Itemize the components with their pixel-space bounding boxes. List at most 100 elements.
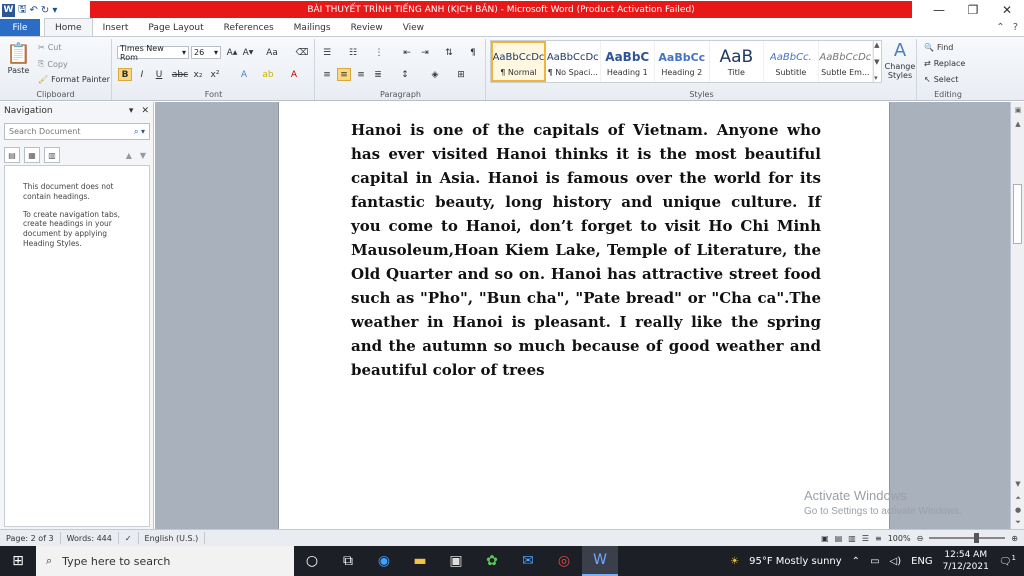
full-screen-icon[interactable]: ▤ <box>835 534 843 543</box>
file-explorer-icon[interactable]: ▬ <box>402 546 438 576</box>
zoom-slider-knob[interactable] <box>974 533 980 543</box>
nav-menu-icon[interactable]: ▾ <box>129 106 134 116</box>
vertical-scrollbar[interactable]: ▣ ▲ ▼ ⏶ ● ⏷ <box>1010 102 1024 529</box>
style-subtle-emphasis[interactable]: AaBbCcDc Subtle Em... <box>819 41 874 82</box>
justify-icon[interactable]: ≣ <box>371 68 385 81</box>
tab-insert[interactable]: Insert <box>93 19 139 36</box>
strikethrough-icon[interactable]: abc <box>172 68 188 81</box>
redo-icon[interactable]: ↻ <box>41 5 49 16</box>
search-document-input[interactable]: Search Document ⌕ ▾ <box>4 123 150 140</box>
input-language[interactable]: ENG <box>911 556 933 567</box>
style-heading-2[interactable]: AaBbCc Heading 2 <box>655 41 710 82</box>
grow-font-icon[interactable]: A ▲ <box>225 46 239 59</box>
mail-icon[interactable]: ✉ <box>510 546 546 576</box>
format-painter-button[interactable]: 🖌 Format Painter <box>38 75 110 84</box>
text-effects-icon[interactable]: A <box>237 68 251 81</box>
search-icon[interactable]: ⌕ ▾ <box>134 127 145 137</box>
save-icon[interactable]: 🖫 <box>18 2 27 19</box>
tab-mailings[interactable]: Mailings <box>284 19 341 36</box>
copy-button[interactable]: ⎘ Copy <box>38 59 68 69</box>
nav-results-tab[interactable]: ▥ <box>44 147 60 163</box>
nav-pages-tab[interactable]: ▦ <box>24 147 40 163</box>
minimize-ribbon-icon[interactable]: ⌃ <box>996 22 1004 33</box>
underline-icon[interactable]: U <box>152 68 166 81</box>
replace-button[interactable]: ⇄ Replace <box>924 59 965 68</box>
style-normal[interactable]: AaBbCcDc ¶ Normal <box>491 41 546 82</box>
nav-next-icon[interactable]: ▼ <box>140 151 146 160</box>
tab-references[interactable]: References <box>214 19 284 36</box>
weather-icon[interactable]: ☀ <box>730 556 739 567</box>
subscript-icon[interactable]: x₂ <box>191 68 205 81</box>
align-left-icon[interactable]: ≡ <box>320 68 334 81</box>
superscript-icon[interactable]: x² <box>208 68 222 81</box>
maximize-button[interactable]: ❐ <box>956 0 990 20</box>
windows-start-icon[interactable]: ⊞ <box>0 546 36 576</box>
word-taskbar-icon[interactable]: W <box>582 546 618 576</box>
scroll-down-arrow[interactable]: ▼ <box>1011 478 1024 490</box>
volume-icon[interactable]: ◁) <box>890 556 902 567</box>
zoom-slider[interactable] <box>929 533 1006 543</box>
nav-prev-icon[interactable]: ▲ <box>126 151 132 160</box>
tab-page-layout[interactable]: Page Layout <box>138 19 213 36</box>
store-icon[interactable]: ▣ <box>438 546 474 576</box>
shading-icon[interactable]: ◈ <box>428 68 442 81</box>
borders-icon[interactable]: ⊞ <box>454 68 468 81</box>
cortana-icon[interactable]: ○ <box>294 546 330 576</box>
scroll-up-arrow[interactable]: ▲ <box>1011 118 1024 130</box>
next-page-icon[interactable]: ⏷ <box>1011 516 1024 528</box>
tab-review[interactable]: Review <box>341 19 393 36</box>
zoom-in-icon[interactable]: ⊕ <box>1011 534 1018 543</box>
close-button[interactable]: ✕ <box>990 0 1024 20</box>
tab-view[interactable]: View <box>393 19 434 36</box>
network-icon[interactable]: ▭ <box>870 556 879 567</box>
bullets-icon[interactable]: ☰ <box>320 46 334 59</box>
increase-indent-icon[interactable]: ⇥ <box>418 46 432 59</box>
align-center-icon[interactable]: ≡ <box>337 68 351 81</box>
task-view-icon[interactable]: ⧉ <box>330 546 366 576</box>
paste-button[interactable]: 📋 Paste <box>6 41 31 75</box>
select-button[interactable]: ↖ Select <box>924 75 958 84</box>
tray-chevron-icon[interactable]: ⌃ <box>852 556 860 567</box>
print-layout-icon[interactable]: ▣ <box>821 534 829 543</box>
paint-icon[interactable]: ✿ <box>474 546 510 576</box>
zoom-level[interactable]: 100% <box>888 534 911 543</box>
italic-icon[interactable]: I <box>135 68 149 81</box>
font-name-combo[interactable]: Times New Rom ▾ <box>117 44 189 62</box>
web-layout-icon[interactable]: ▥ <box>848 534 856 543</box>
align-right-icon[interactable]: ≡ <box>354 68 368 81</box>
minimize-button[interactable]: — <box>922 0 956 20</box>
find-button[interactable]: 🔍 Find <box>924 43 953 52</box>
nav-close-icon[interactable]: ✕ <box>141 106 149 116</box>
ruler-toggle-icon[interactable]: ▣ <box>1011 104 1024 116</box>
numbering-icon[interactable]: ☷ <box>346 46 360 59</box>
shrink-font-icon[interactable]: A ▼ <box>241 46 255 59</box>
multilevel-list-icon[interactable]: ⋮ <box>372 46 386 59</box>
browse-object-icon[interactable]: ● <box>1011 504 1024 516</box>
undo-icon[interactable]: ↶ <box>30 5 38 16</box>
tab-home[interactable]: Home <box>44 18 93 36</box>
draft-icon[interactable]: ≡ <box>875 534 882 543</box>
customize-qat-icon[interactable]: ▾ <box>52 5 57 16</box>
pilcrow-icon[interactable]: ¶ <box>466 46 480 59</box>
change-case-icon[interactable]: Aa <box>265 46 279 59</box>
word-count[interactable]: Words: 444 <box>61 532 119 544</box>
tab-file[interactable]: File <box>0 19 40 36</box>
style-heading-1[interactable]: AaBbC Heading 1 <box>601 41 656 82</box>
notifications-icon[interactable]: 🗨1 <box>999 554 1016 567</box>
line-spacing-icon[interactable]: ↕ <box>398 68 412 81</box>
weather-text[interactable]: 95°F Mostly sunny <box>749 556 842 567</box>
help-icon[interactable]: ? <box>1013 22 1018 33</box>
word-logo-icon[interactable]: W <box>2 3 15 17</box>
bold-icon[interactable]: B <box>118 68 132 81</box>
style-subtitle[interactable]: AaBbCc. Subtitle <box>764 41 819 82</box>
clear-formatting-icon[interactable]: ⌫ <box>295 46 309 59</box>
decrease-indent-icon[interactable]: ⇤ <box>400 46 414 59</box>
outline-icon[interactable]: ☰ <box>862 534 869 543</box>
style-title[interactable]: AaB Title <box>710 41 765 82</box>
previous-page-icon[interactable]: ⏶ <box>1011 492 1024 504</box>
scroll-thumb[interactable] <box>1013 184 1022 244</box>
cut-button[interactable]: ✂ Cut <box>38 43 62 52</box>
edge-icon[interactable]: ◉ <box>366 546 402 576</box>
taskbar-search-box[interactable]: ⌕ Type here to search <box>36 546 294 576</box>
clock[interactable]: 12:54 AM 7/12/2021 <box>943 549 989 573</box>
